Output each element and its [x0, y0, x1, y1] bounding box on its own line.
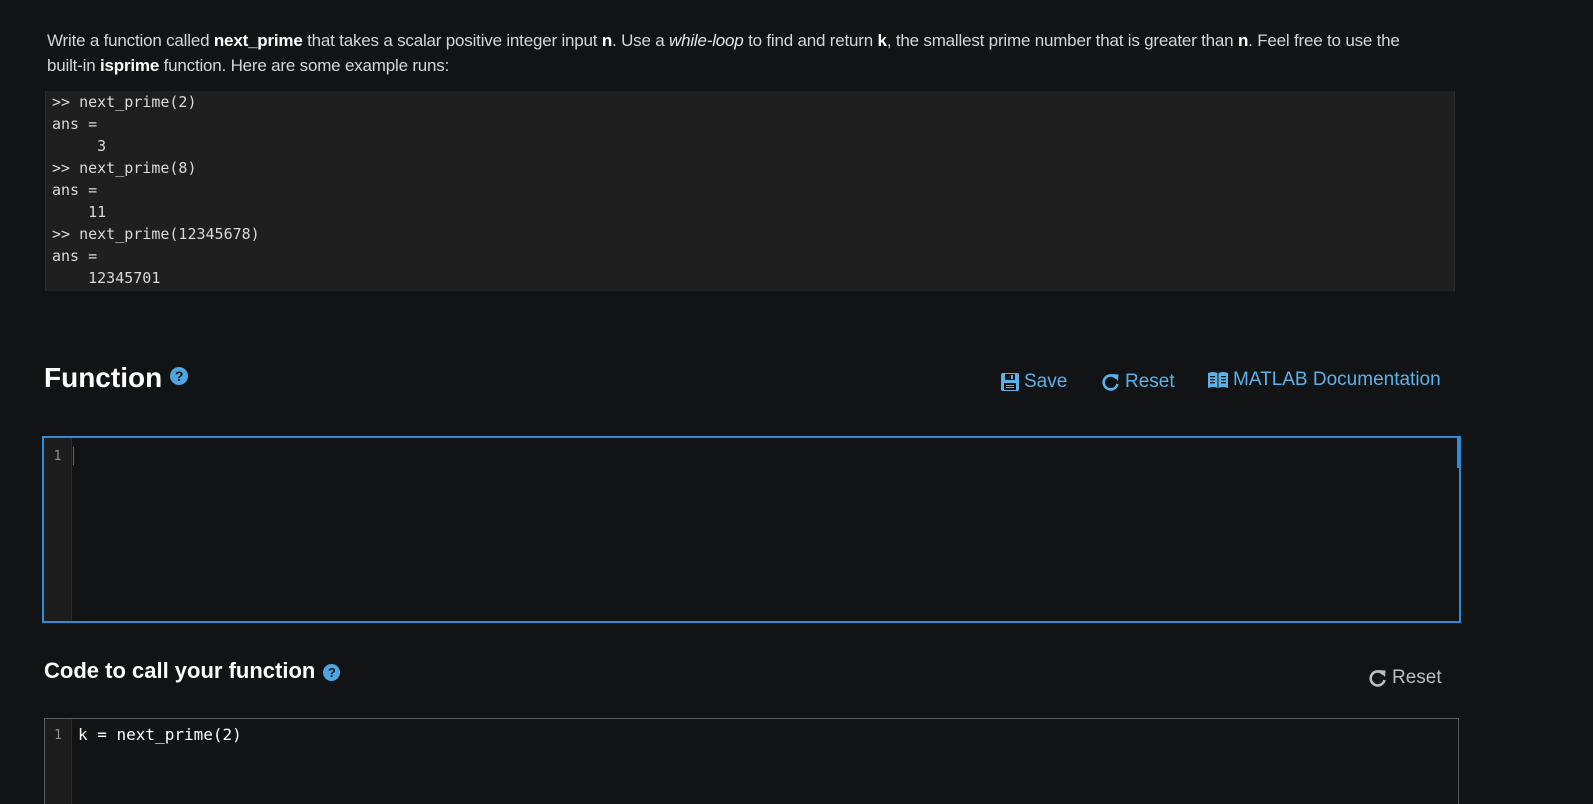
example-line: >> next_prime(8) [52, 159, 197, 177]
example-runs-code: >> next_prime(2) ans = 3 >> next_prime(8) a… [46, 91, 1454, 289]
problem-text-5: , the smallest prime number that is grea… [886, 31, 1238, 50]
call-code: k = next_prime(2) [78, 725, 242, 744]
problem-text-4: to find and return [743, 31, 878, 50]
function-section-title: Function ? [44, 362, 189, 394]
save-button[interactable]: Save [1000, 371, 1067, 393]
example-line: 11 [52, 203, 107, 221]
reset-icon [1368, 668, 1388, 688]
editor-scrollbar[interactable] [1457, 438, 1460, 468]
function-title-text: Function [44, 362, 163, 393]
problem-text-3: . Use a [612, 31, 670, 50]
page: Write a function called next_prime that … [0, 0, 1593, 804]
line-number-gutter: 1 [45, 719, 72, 804]
example-line: ans = [52, 247, 98, 265]
line-number: 1 [54, 728, 62, 743]
line-number-gutter: 1 [44, 438, 72, 621]
reset-label: Reset [1125, 371, 1175, 392]
problem-text-7: function. Here are some example runs: [159, 56, 450, 75]
help-icon[interactable]: ? [170, 367, 189, 385]
save-label: Save [1024, 371, 1068, 392]
save-icon [1000, 372, 1020, 392]
example-runs-box: >> next_prime(2) ans = 3 >> next_prime(8) a… [45, 91, 1455, 291]
call-code-editor[interactable]: 1 k = next_prime(2) [44, 718, 1459, 804]
example-line: 3 [52, 137, 107, 155]
call-code-input[interactable]: k = next_prime(2) [72, 719, 1458, 804]
problem-text-1: Write a function called [47, 31, 214, 50]
reset-icon [1101, 372, 1121, 392]
problem-input-n: n [601, 31, 613, 50]
book-icon [1207, 370, 1229, 390]
reset-call-button[interactable]: Reset [1368, 667, 1442, 689]
call-section-title: Code to call your function ? [44, 658, 341, 684]
problem-function-name: next_prime [213, 31, 303, 50]
problem-text-2: that takes a scalar positive integer inp… [302, 31, 602, 50]
matlab-documentation-link[interactable]: MATLAB Documentation [1207, 369, 1441, 391]
example-line: >> next_prime(2) [52, 93, 197, 111]
text-cursor [73, 447, 74, 465]
function-code-input[interactable] [72, 438, 1459, 621]
problem-output-k: k [877, 31, 887, 50]
problem-input-n-2: n [1237, 31, 1249, 50]
docs-label: MATLAB Documentation [1233, 369, 1441, 390]
help-icon[interactable]: ? [323, 663, 341, 681]
problem-while-loop: while-loop [669, 31, 744, 50]
reset-button[interactable]: Reset [1101, 371, 1175, 393]
function-editor[interactable]: 1 [42, 436, 1461, 623]
example-line: 12345701 [52, 269, 161, 287]
problem-isprime: isprime [100, 56, 160, 75]
call-title-text: Code to call your function [44, 658, 316, 683]
example-line: >> next_prime(12345678) [52, 225, 260, 243]
line-number: 1 [53, 449, 62, 464]
reset-call-label: Reset [1392, 667, 1442, 688]
example-line: ans = [52, 115, 98, 133]
example-line: ans = [52, 181, 98, 199]
problem-statement: Write a function called next_prime that … [47, 28, 1427, 78]
